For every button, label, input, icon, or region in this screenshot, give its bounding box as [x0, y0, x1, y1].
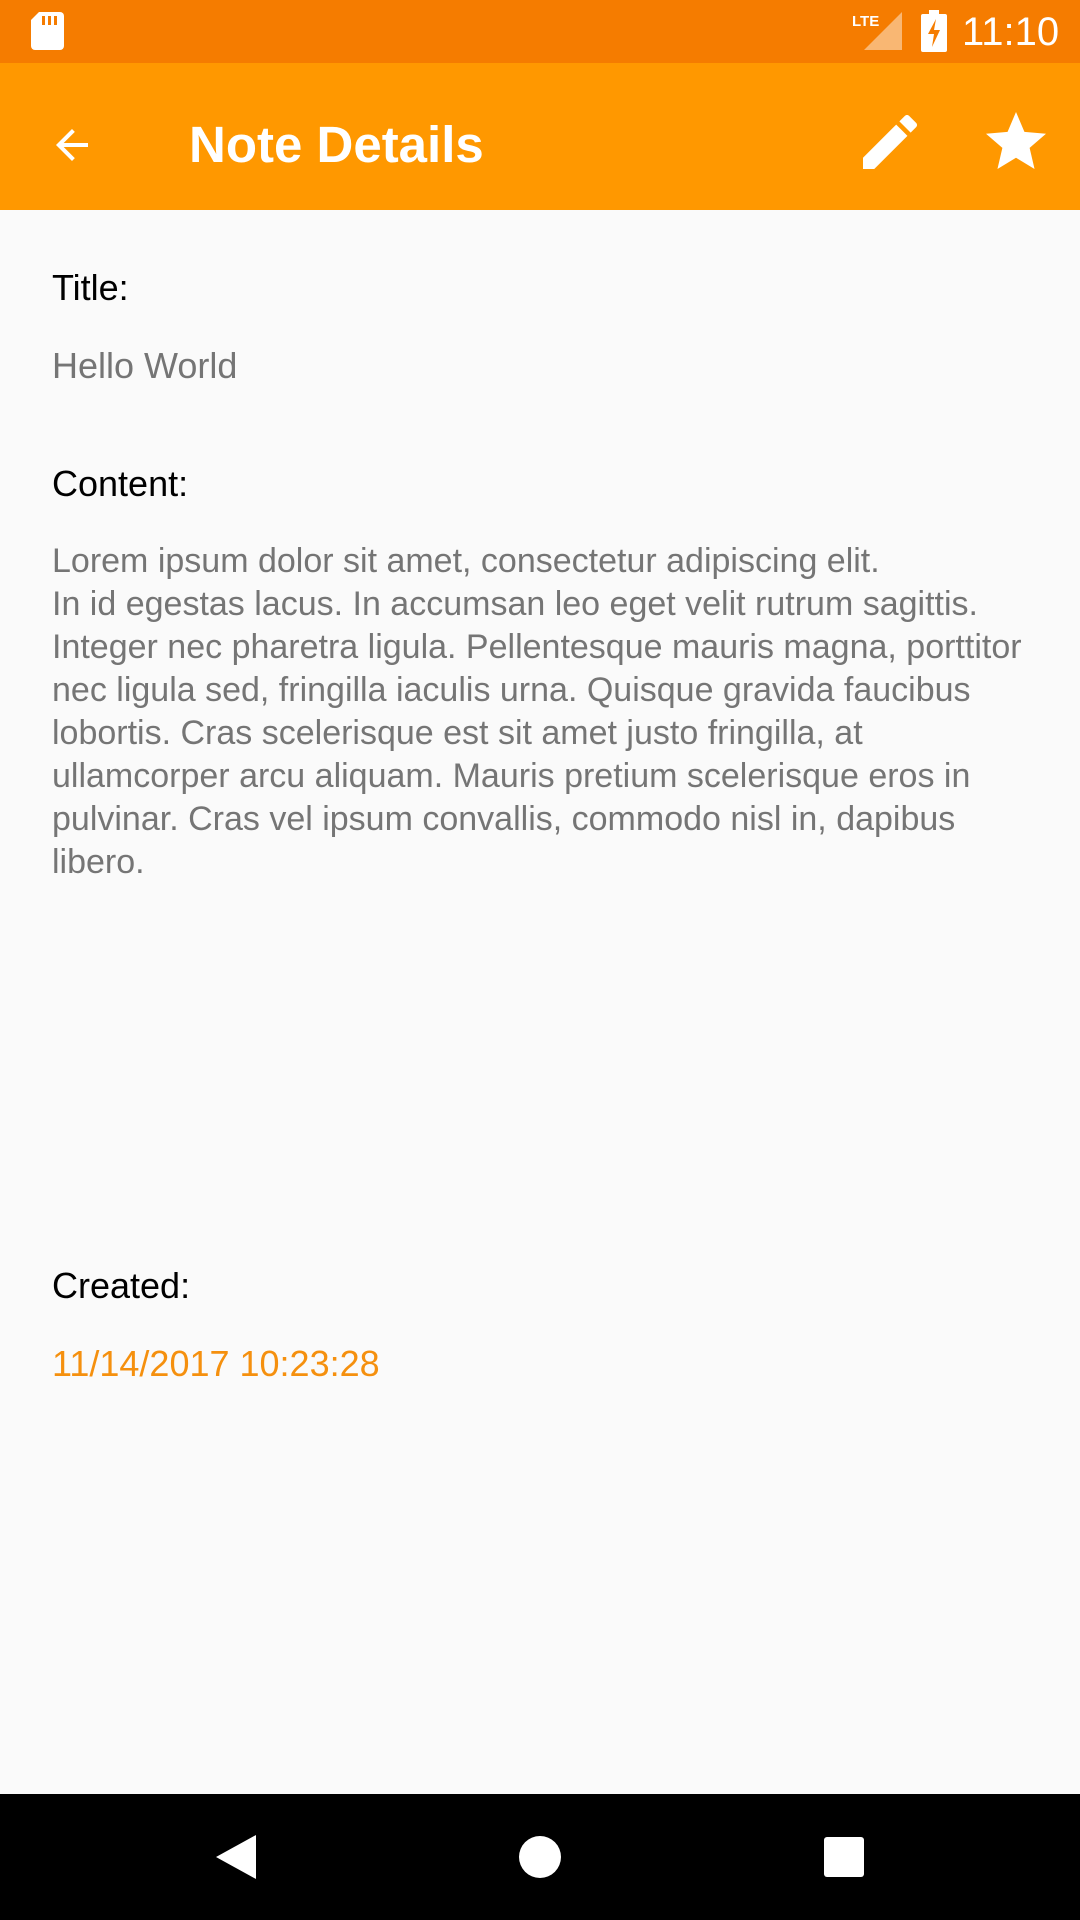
sd-card-icon: [31, 12, 64, 50]
nav-back-button[interactable]: [194, 1815, 278, 1899]
created-value: 11/14/2017 10:23:28: [52, 1343, 380, 1384]
star-icon: [986, 112, 1046, 169]
title-label: Title:: [52, 267, 129, 308]
title-value: Hello World: [52, 345, 238, 386]
edit-pencil-icon: [863, 114, 918, 169]
status-bar: LTE 11:10: [0, 0, 1080, 63]
content-value: Lorem ipsum dolor sit amet, consectetur …: [52, 542, 1022, 881]
favorite-button[interactable]: [974, 100, 1058, 184]
content-label: Content:: [52, 463, 189, 504]
edit-button[interactable]: [848, 100, 932, 184]
battery-charging-icon: [921, 10, 947, 52]
page-title: Note Details: [189, 116, 484, 173]
status-time: 11:10: [962, 10, 1060, 54]
nav-back-icon: [216, 1835, 256, 1879]
navigation-bar: [0, 1794, 1080, 1920]
nav-recents-icon: [824, 1837, 864, 1877]
created-label: Created:: [52, 1265, 191, 1306]
back-arrow-icon: [56, 129, 88, 161]
back-button[interactable]: [30, 103, 114, 187]
app-bar: Note Details: [0, 63, 1080, 210]
nav-recents-button[interactable]: [802, 1815, 886, 1899]
lte-signal-icon: LTE: [852, 12, 902, 50]
nav-home-button[interactable]: [498, 1815, 582, 1899]
nav-home-icon: [519, 1836, 561, 1878]
svg-text:LTE: LTE: [852, 13, 879, 30]
